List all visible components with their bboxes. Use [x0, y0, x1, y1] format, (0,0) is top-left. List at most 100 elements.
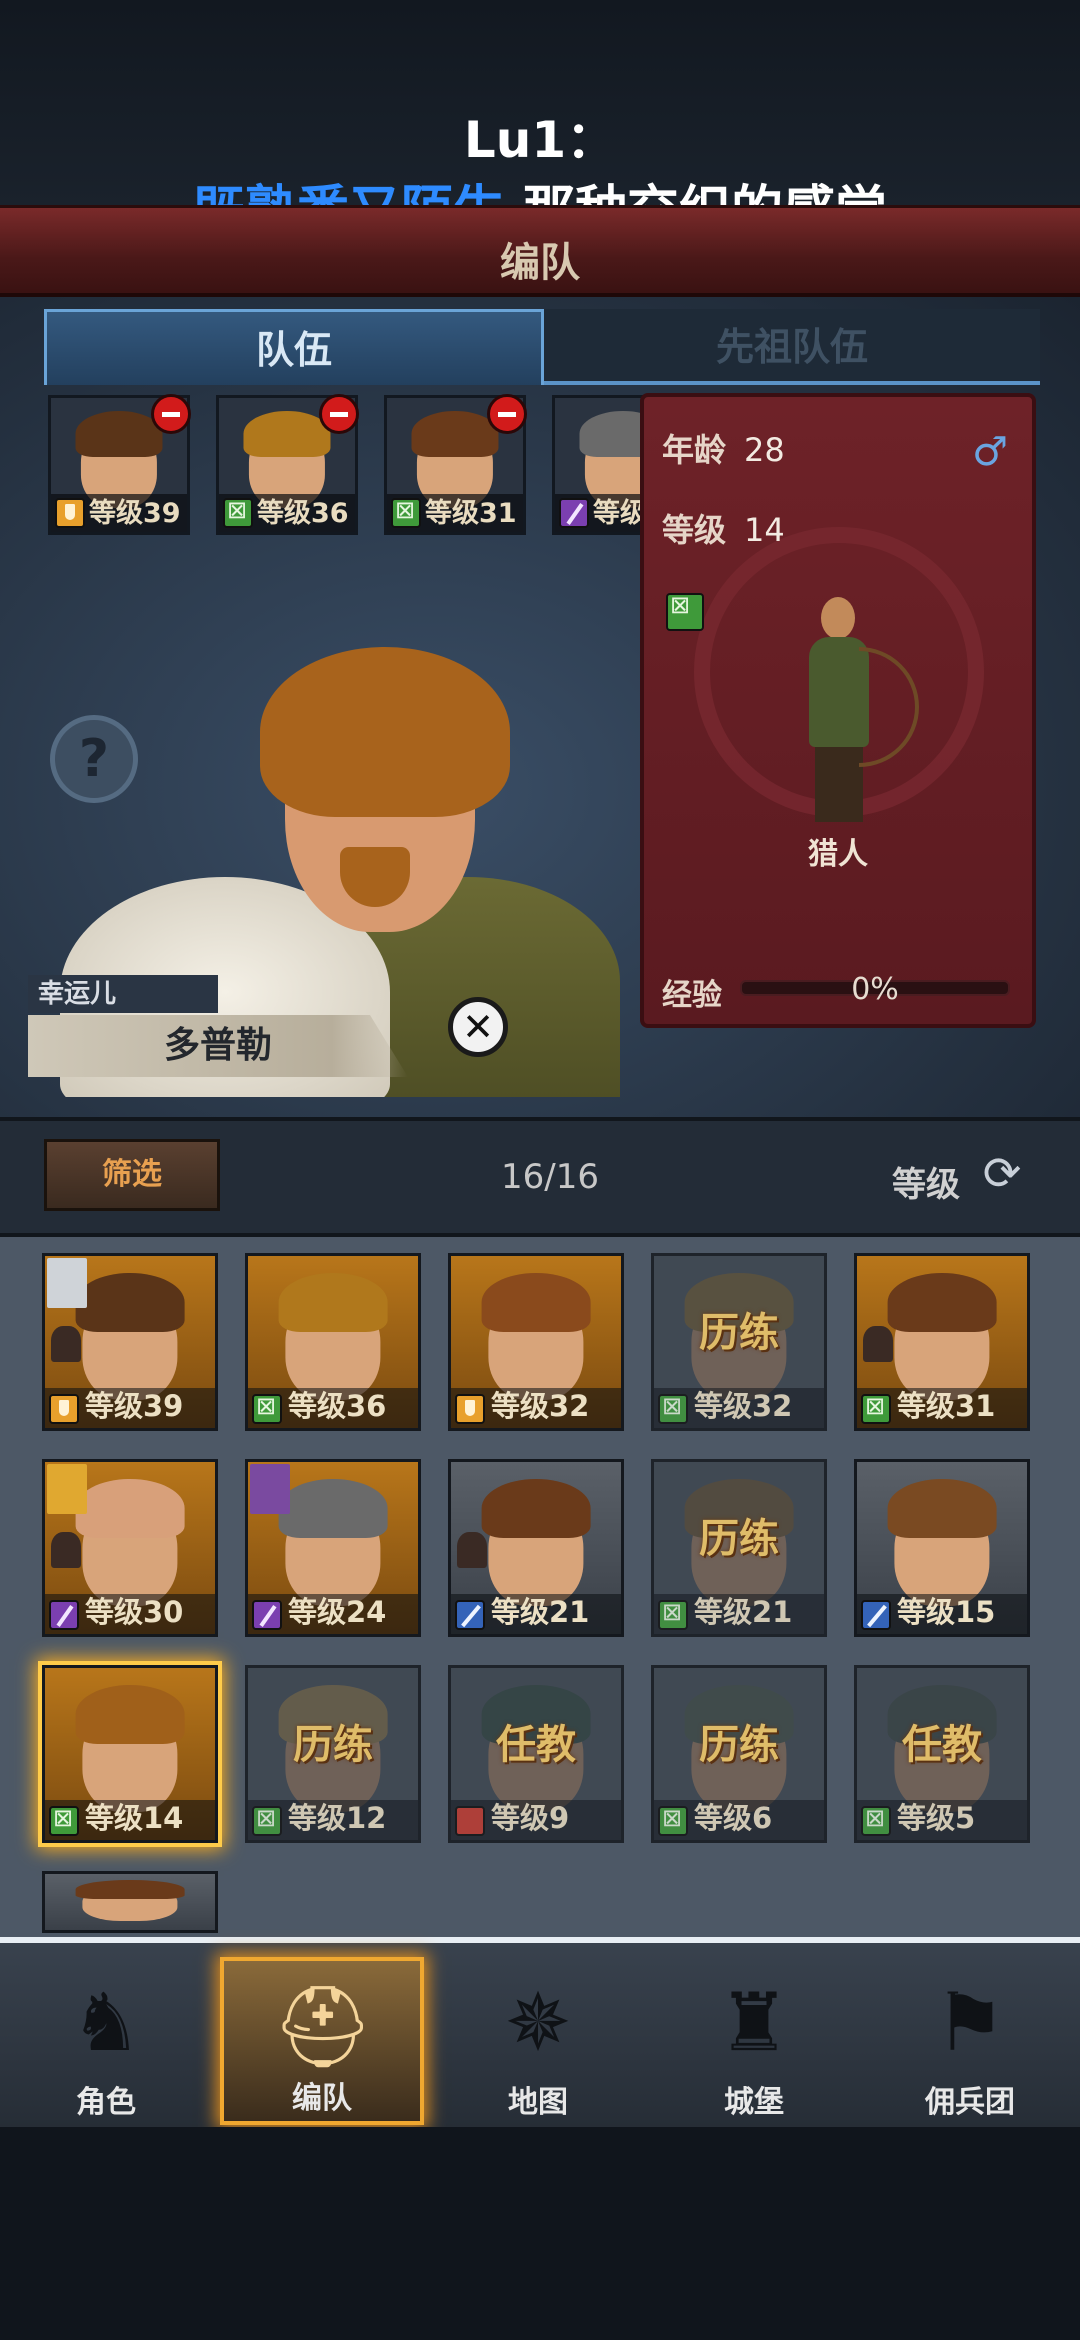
hero-hair [75, 1273, 185, 1332]
remove-icon[interactable] [487, 394, 527, 434]
roster-card[interactable]: 任教等级5 [854, 1665, 1030, 1843]
hero-level: 等级39 [85, 1389, 184, 1423]
roster-card[interactable]: 等级14 [42, 1665, 218, 1843]
bottom-letterbox [0, 2127, 1080, 2340]
member-hair [75, 411, 163, 457]
hero-level: 等级9 [491, 1801, 570, 1835]
hero-level: 等级24 [288, 1595, 387, 1629]
roster-grid: 等级39等级36等级32历练等级32等级31等级30等级24等级21历练等级21… [0, 1237, 1080, 1937]
staff-class-icon [559, 498, 589, 528]
status-label: 历练 [699, 1516, 779, 1562]
roster-card[interactable]: 等级15 [854, 1459, 1030, 1637]
faction-emblem-icon [47, 1258, 87, 1308]
hero-level: 等级6 [694, 1801, 773, 1835]
team-slot[interactable]: 等级31 [384, 394, 527, 535]
roster-card[interactable]: 历练等级12 [245, 1665, 421, 1843]
helmet-icon [863, 1326, 893, 1362]
remove-icon[interactable] [151, 394, 191, 434]
roster-card[interactable]: 等级32 [448, 1253, 624, 1431]
roster-card[interactable]: 等级36 [245, 1253, 421, 1431]
sort-refresh-icon[interactable]: ⟳ [974, 1145, 1030, 1201]
hero-level: 等级32 [694, 1389, 793, 1423]
roster-card[interactable]: 等级24 [245, 1459, 421, 1637]
roster-card[interactable]: 任教等级9 [448, 1665, 624, 1843]
compass-icon: ✵ [504, 1976, 572, 2069]
roster-card[interactable]: 等级30 [42, 1459, 218, 1637]
sort-label[interactable]: 等级 [892, 1157, 960, 1206]
tab-team[interactable]: 队伍 [44, 309, 544, 385]
bow-class-icon [861, 1804, 891, 1836]
roster-count: 16/16 [501, 1157, 599, 1197]
roster-card[interactable]: 历练等级6 [651, 1665, 827, 1843]
roster-card[interactable] [42, 1871, 218, 1933]
shield-class-icon [455, 1394, 485, 1424]
roster-card[interactable]: 等级39 [42, 1253, 218, 1431]
helmet-icon [457, 1532, 487, 1568]
level-bar: 等级36 [248, 1388, 418, 1428]
hunter-figure [789, 597, 919, 827]
status-label: 任教 [902, 1722, 982, 1768]
nav-label: 城堡 [724, 2085, 784, 2120]
nav-tab-knight[interactable]: ♞ 角色 [4, 1957, 208, 2125]
hero-title: 幸运儿 [28, 975, 218, 1013]
remove-icon[interactable] [319, 394, 359, 434]
castle-icon: ♜ [718, 1976, 790, 2069]
tab-ancestor-team[interactable]: 先祖队伍 [544, 309, 1040, 385]
bottom-nav: ♞ 角色 ⛑ 编队 ✵ 地图 ♜ 城堡 ⚑ 佣兵团 [0, 1937, 1080, 2127]
level-label: 等级 [662, 511, 727, 549]
team-slot[interactable]: 等级36 [216, 394, 359, 535]
roster-card[interactable]: 历练等级21 [651, 1459, 827, 1637]
helmet-icon: ⛑ [272, 1980, 374, 2073]
nav-tab-compass[interactable]: ✵ 地图 [436, 1957, 640, 2125]
filter-button[interactable]: 筛选 [44, 1139, 220, 1211]
level-bar: 等级9 [451, 1800, 621, 1840]
level-bar: 等级21 [654, 1594, 824, 1634]
roster-card[interactable]: 等级21 [448, 1459, 624, 1637]
nav-label: 地图 [508, 2085, 568, 2120]
status-label: 历练 [293, 1722, 373, 1768]
helmet-icon [51, 1532, 81, 1568]
hero-hair [278, 1479, 388, 1538]
status-label: 任教 [496, 1722, 576, 1768]
hero-hair [481, 1273, 591, 1332]
status-label: 历练 [699, 1310, 779, 1356]
screen-title: 编队 [500, 240, 580, 286]
level-bar: 等级21 [451, 1594, 621, 1634]
roster-card[interactable]: 历练等级32 [651, 1253, 827, 1431]
caption-line1: Lu1： [463, 111, 617, 169]
knight-icon: ♞ [70, 1976, 142, 2069]
level-bar: 等级31 [387, 494, 523, 532]
hero-level: 等级21 [491, 1595, 590, 1629]
roster-card[interactable]: 等级31 [854, 1253, 1030, 1431]
nav-tab-banner[interactable]: ⚑ 佣兵团 [868, 1957, 1072, 2125]
hero-hair [278, 1273, 388, 1332]
team-panel: 队伍 先祖队伍 等级39等级36等级31等级24等级14等级32 ? 幸运儿 多… [0, 297, 1080, 1117]
faction-emblem-icon [47, 1464, 87, 1514]
bow-class-icon [49, 1804, 79, 1836]
nav-label: 佣兵团 [925, 2085, 1015, 2120]
member-level: 等级36 [257, 498, 349, 529]
level-bar: 等级32 [654, 1388, 824, 1428]
hero-name[interactable]: 多普勒 [28, 1015, 408, 1077]
staff-class-icon [49, 1600, 79, 1630]
nav-label: 编队 [292, 2081, 352, 2116]
bow-class-icon [252, 1392, 282, 1424]
dismiss-hero-button[interactable]: ✕ [448, 997, 508, 1057]
nav-tab-helmet[interactable]: ⛑ 编队 [220, 1957, 424, 2125]
hero-hair [75, 1479, 185, 1538]
team-slot[interactable]: 等级39 [48, 394, 191, 535]
nav-tab-castle[interactable]: ♜ 城堡 [652, 1957, 856, 2125]
hero-level: 等级14 [85, 1801, 184, 1835]
bow-class-icon [658, 1804, 688, 1836]
level-bar: 等级32 [451, 1388, 621, 1428]
filter-bar: 筛选 16/16 等级 ⟳ [0, 1117, 1080, 1237]
bow-class-icon [666, 591, 704, 631]
member-level: 等级39 [89, 498, 181, 529]
hero-level: 等级36 [288, 1389, 387, 1423]
level-bar: 等级12 [248, 1800, 418, 1840]
shield-class-icon [55, 498, 85, 528]
level-bar: 等级39 [51, 494, 187, 532]
exp-bar: 0% [740, 972, 1010, 1007]
bow-class-icon [391, 496, 421, 528]
level-bar: 等级5 [857, 1800, 1027, 1840]
